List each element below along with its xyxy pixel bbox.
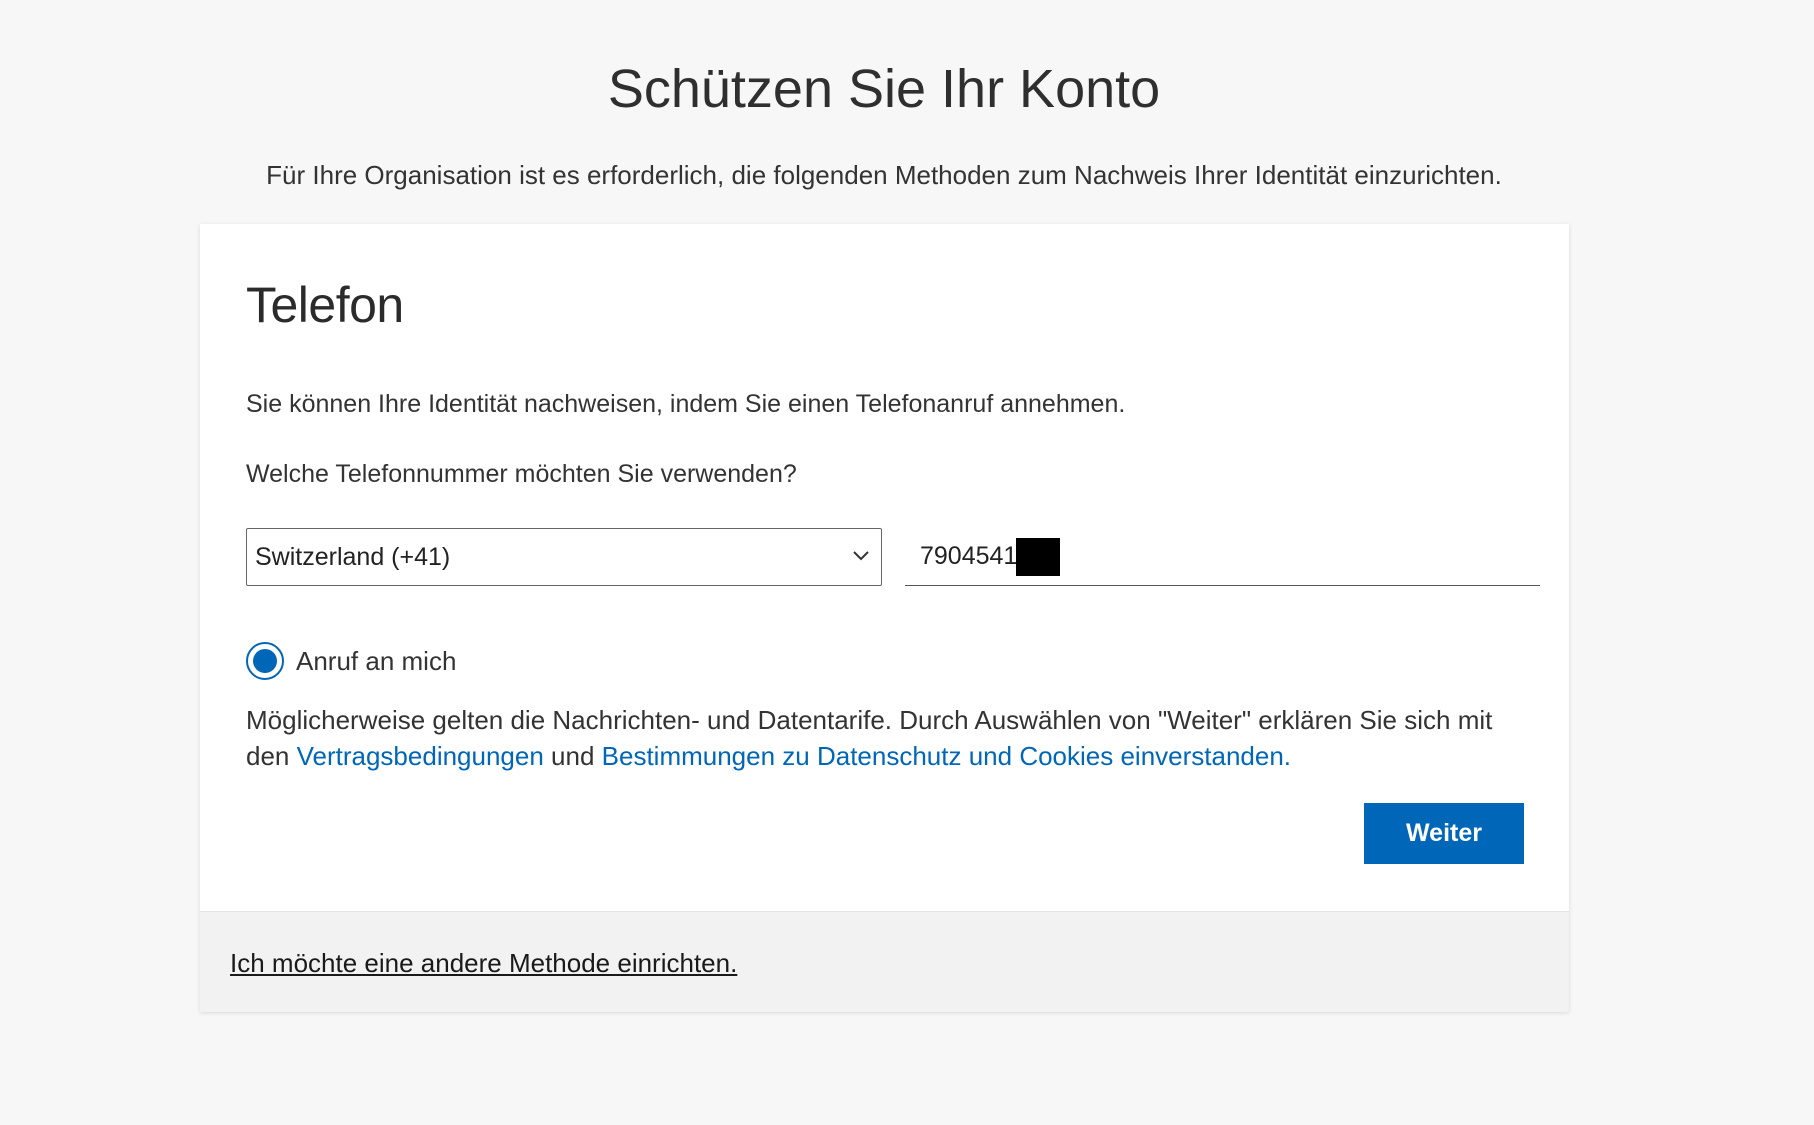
terms-text-middle: und <box>543 741 602 771</box>
country-code-select[interactable]: Switzerland (+41) <box>246 528 882 586</box>
page-subtitle: Für Ihre Organisation ist es erforderlic… <box>266 160 1502 190</box>
phone-number-field[interactable] <box>905 528 1540 586</box>
card-title: Telefon <box>246 277 404 333</box>
terms-notice: Möglicherweise gelten die Nachrichten- u… <box>246 702 1536 774</box>
phone-setup-card: Telefon Sie können Ihre Identität nachwe… <box>200 224 1569 1012</box>
call-me-option[interactable]: Anruf an mich <box>246 642 456 680</box>
redaction-block <box>1016 537 1060 576</box>
country-code-value: Switzerland (+41) <box>255 542 451 571</box>
phone-number-input[interactable] <box>905 541 1022 572</box>
card-footer: Ich möchte eine andere Methode einrichte… <box>200 911 1569 1012</box>
phone-number-question: Welche Telefonnummer möchten Sie verwend… <box>246 460 797 488</box>
card-description: Sie können Ihre Identität nachweisen, in… <box>246 390 1126 418</box>
radio-selected-dot <box>253 649 277 673</box>
terms-of-use-link[interactable]: Vertragsbedingungen <box>297 741 544 771</box>
call-me-radio[interactable] <box>246 642 284 680</box>
page-title: Schützen Sie Ihr Konto <box>607 59 1161 119</box>
call-me-label: Anruf an mich <box>296 645 457 676</box>
next-button[interactable]: Weiter <box>1364 803 1524 864</box>
other-method-link[interactable]: Ich möchte eine andere Methode einrichte… <box>230 948 737 979</box>
chevron-down-icon <box>853 551 869 561</box>
privacy-cookies-link[interactable]: Bestimmungen zu Datenschutz und Cookies … <box>602 741 1291 771</box>
